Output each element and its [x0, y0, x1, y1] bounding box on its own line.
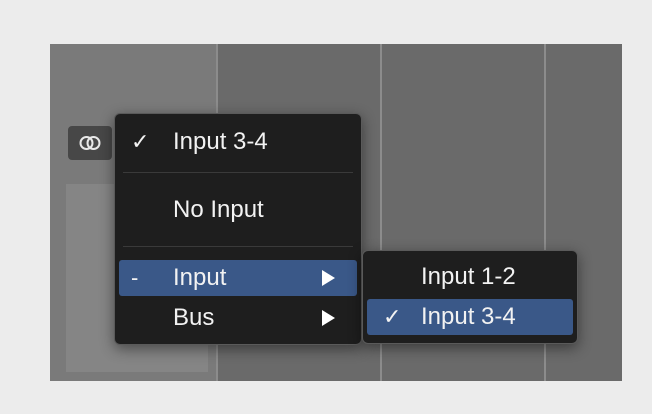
check-icon: ✓ — [383, 304, 402, 329]
input-menu: ✓ Input 3-4 No Input - Input Bus — [114, 113, 362, 345]
menu-item-input[interactable]: - Input — [119, 260, 357, 296]
submenu-item-input-3-4[interactable]: ✓ Input 3-4 — [367, 299, 573, 335]
menu-item-label: No Input — [173, 196, 264, 223]
check-icon: ✓ — [131, 129, 150, 154]
menu-item-input-3-4[interactable]: ✓ Input 3-4 — [119, 124, 357, 160]
submenu-arrow-icon — [322, 270, 335, 286]
submenu-item-input-1-2[interactable]: Input 1-2 — [367, 259, 573, 295]
submenu-item-label: Input 1-2 — [421, 263, 516, 290]
dash-icon: - — [131, 265, 139, 290]
menu-separator — [123, 172, 353, 173]
stereo-link-icon — [79, 136, 101, 150]
input-submenu: Input 1-2 ✓ Input 3-4 — [362, 250, 578, 344]
submenu-arrow-icon — [322, 310, 335, 326]
menu-separator — [123, 246, 353, 247]
menu-item-bus[interactable]: Bus — [119, 300, 357, 336]
menu-item-no-input[interactable]: No Input — [119, 192, 357, 228]
menu-item-label: Input 3-4 — [173, 128, 268, 155]
submenu-item-label: Input 3-4 — [421, 303, 516, 330]
menu-item-label: Input — [173, 264, 227, 291]
stereo-link-button[interactable] — [68, 126, 112, 160]
menu-item-label: Bus — [173, 304, 215, 331]
